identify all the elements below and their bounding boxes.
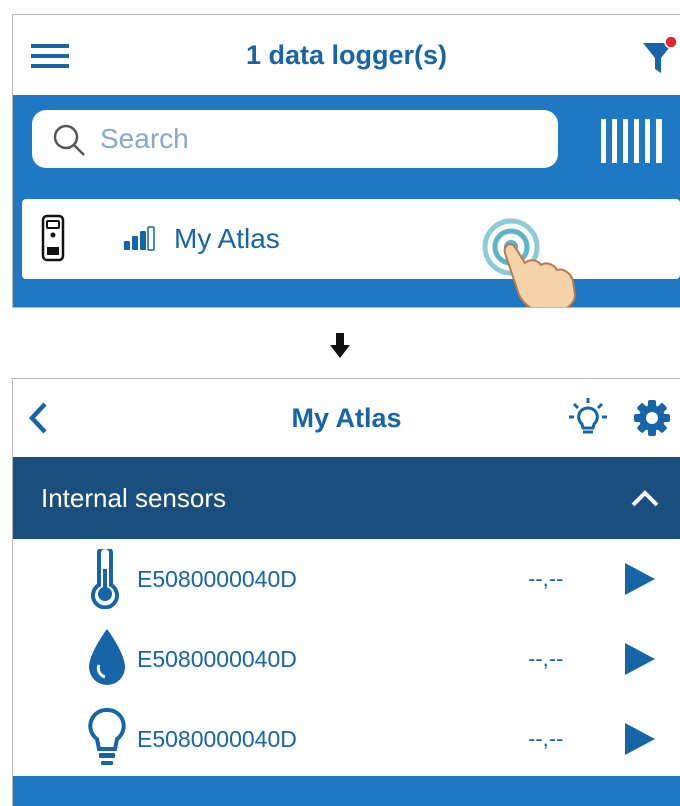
search-icon	[53, 124, 85, 156]
sensor-id: E5080000040D	[137, 726, 297, 752]
logger-detail-header: My Atlas	[13, 379, 680, 457]
page-title: 1 data logger(s)	[245, 40, 448, 70]
barcode-scanner-icon[interactable]	[601, 119, 663, 168]
logger-list-header: 1 data logger(s)	[13, 15, 680, 95]
play-icon[interactable]	[623, 721, 657, 757]
internal-sensors-section-header[interactable]: Internal sensors	[13, 457, 680, 539]
search-input[interactable]: Search	[32, 110, 558, 168]
section-title: Internal sensors	[41, 483, 226, 513]
droplet-icon	[89, 629, 125, 685]
bottom-section-bar	[13, 776, 680, 806]
sensor-value: --,--	[528, 726, 564, 751]
chevron-up-icon[interactable]	[631, 489, 659, 507]
sensor-row[interactable]: E5080000040D --,--	[13, 619, 680, 699]
lightbulb-icon	[88, 708, 126, 765]
sensor-value: --,--	[528, 566, 564, 591]
logger-device-icon	[41, 214, 65, 262]
tap-gesture-icon	[482, 218, 577, 307]
down-arrow-icon	[329, 333, 351, 364]
logger-list-screen: 1 data logger(s) Search My Atlas	[12, 14, 680, 308]
lightbulb-icon[interactable]	[569, 397, 607, 444]
play-icon[interactable]	[623, 641, 657, 677]
sensor-value: --,--	[528, 646, 564, 671]
gear-icon[interactable]	[633, 399, 671, 442]
play-icon[interactable]	[623, 561, 657, 597]
sensor-id: E5080000040D	[137, 566, 297, 592]
thermometer-icon	[91, 549, 119, 609]
signal-strength-icon	[124, 226, 155, 251]
search-placeholder: Search	[100, 123, 189, 154]
logger-detail-screen: My Atlas Internal sensors E5080000040D -…	[12, 378, 680, 806]
logger-name: My Atlas	[174, 223, 280, 254]
filter-icon[interactable]	[641, 35, 680, 84]
sensor-row[interactable]: E5080000040D --,--	[13, 699, 680, 779]
sensor-id: E5080000040D	[137, 646, 297, 672]
sensor-row[interactable]: E5080000040D --,--	[13, 539, 680, 619]
